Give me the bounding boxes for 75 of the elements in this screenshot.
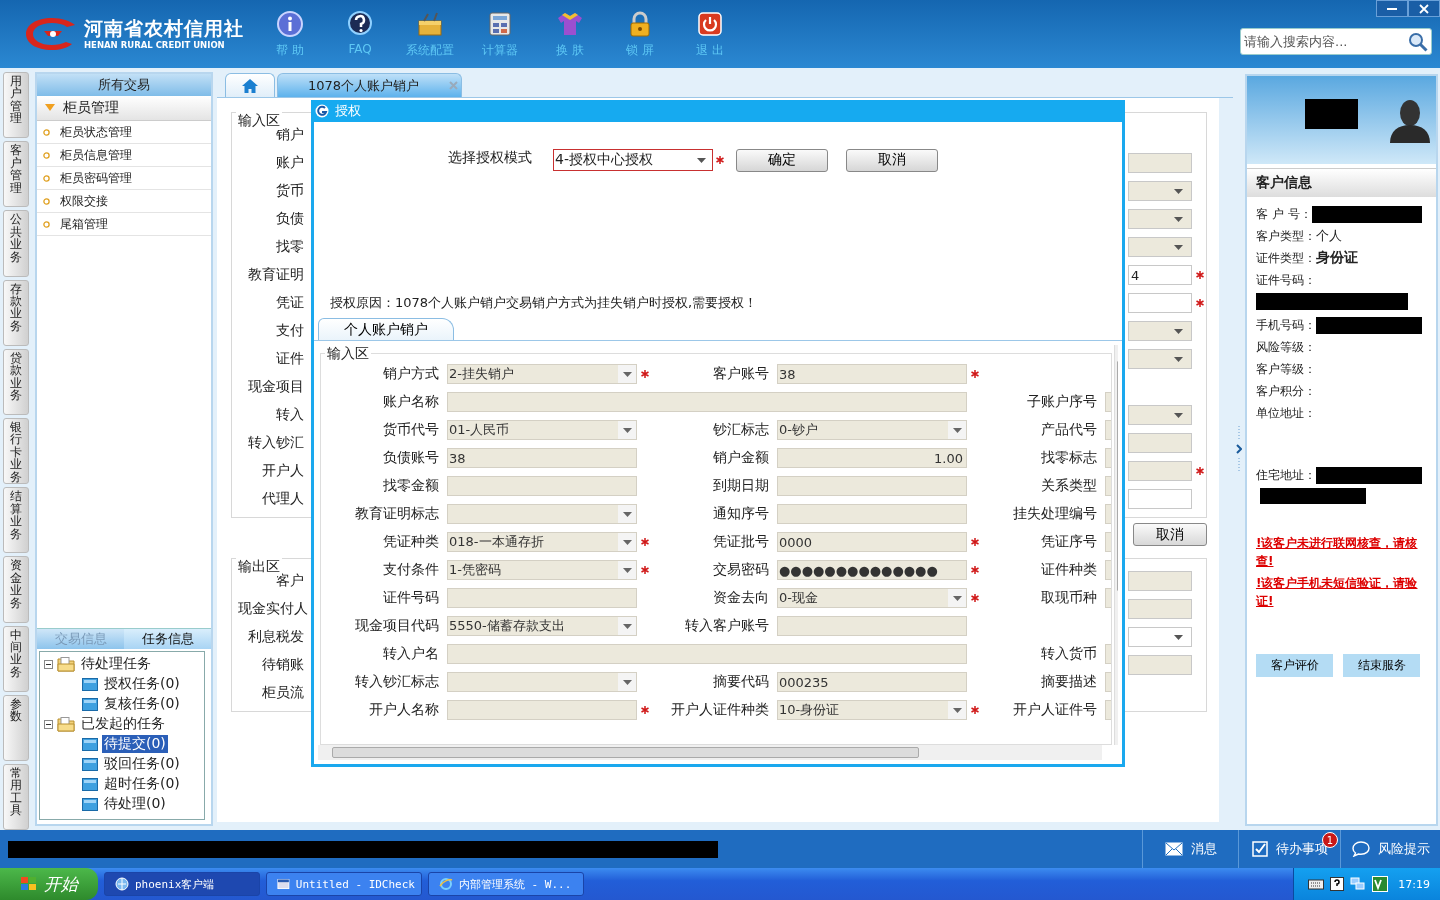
field-label: 负债 <box>275 210 304 228</box>
panel-title: 所有交易 <box>98 76 150 94</box>
clock: 17:19 <box>1398 877 1430 891</box>
field-label: 代理人 <box>261 490 304 508</box>
info-label: 手机号码： <box>1256 316 1316 334</box>
info-label: 客户类型： <box>1256 227 1316 245</box>
field-label: 销户金额 <box>712 449 770 467</box>
field-label: 找零金额 <box>382 477 440 495</box>
field-label: 账户 <box>275 154 304 172</box>
field-label: 转入 <box>275 406 304 424</box>
field-label: 现金项目 <box>247 378 304 396</box>
field-label: 转入户名 <box>382 645 440 663</box>
info-label: 风险等级： <box>1256 338 1316 356</box>
info-label: 住宅地址： <box>1256 466 1316 484</box>
field-label: 摘要代码 <box>712 673 770 691</box>
field-label: 开户人证件种类 <box>670 701 770 719</box>
field-label: 现金项目代码 <box>354 617 440 635</box>
field-label: 货币 <box>275 182 304 200</box>
field-label: 转入客户账号 <box>684 617 770 635</box>
field-label: 开户人 <box>261 462 304 480</box>
field-label: 凭证种类 <box>382 533 440 551</box>
field-label: 货币代号 <box>382 421 440 439</box>
panel-title: 客户信息 <box>1256 174 1312 192</box>
field-label: 凭证序号 <box>1040 533 1098 551</box>
field-label: 找零标志 <box>1040 449 1098 467</box>
field-label: 教育证明 <box>247 266 304 284</box>
field-label: 销户方式 <box>382 365 440 383</box>
field-label: 证件号码 <box>382 589 440 607</box>
field-label: 产品代号 <box>1040 421 1098 439</box>
field-label: 凭证批号 <box>712 533 770 551</box>
field-label: 柜员流 <box>261 684 304 702</box>
field-label: 通知序号 <box>712 505 770 523</box>
dialog-title: 授权 <box>335 102 361 120</box>
field-label: 摘要描述 <box>1040 673 1098 691</box>
logo-subtitle: HENAN RURAL CREDIT UNION <box>84 39 226 51</box>
field-label: 关系类型 <box>1040 477 1098 495</box>
field-label: 钞汇标志 <box>712 421 770 439</box>
field-label: 取现币种 <box>1040 589 1098 607</box>
field-label: 转入钞汇 <box>247 434 304 452</box>
field-label: 支付 <box>275 322 304 340</box>
field-label: 到期日期 <box>712 477 770 495</box>
info-value: 个人 <box>1316 227 1342 245</box>
field-label: 支付条件 <box>382 561 440 579</box>
section-legend: 输出区 <box>236 558 282 576</box>
field-label: 教育证明标志 <box>354 505 440 523</box>
field-label: 开户人名称 <box>368 701 440 719</box>
info-label: 客户等级： <box>1256 360 1316 378</box>
field-label: 资金去向 <box>712 589 770 607</box>
field-label: 挂失处理编号 <box>1012 505 1098 523</box>
field-label: 账户名称 <box>382 393 440 411</box>
field-label: 交易密码 <box>712 561 770 579</box>
info-label: 客 户 号： <box>1256 205 1312 223</box>
logo-title: 河南省农村信用社 <box>84 17 244 39</box>
reason-text: 授权原因：1078个人账户销户交易销户方式为挂失销户时授权,需要授权！ <box>330 294 759 312</box>
info-label: 证件类型： <box>1256 249 1316 267</box>
field-label: 转入货币 <box>1040 645 1098 663</box>
field-label: 凭证 <box>275 294 304 312</box>
field-label: 证件 <box>275 350 304 368</box>
info-label: 单位地址： <box>1256 404 1316 422</box>
section-legend: 输入区 <box>236 112 282 130</box>
field-label: 负债账号 <box>382 449 440 467</box>
field-label: 子账户序号 <box>1026 393 1098 411</box>
field-label: 选择授权模式 <box>448 149 533 167</box>
field-label: 利息税发 <box>247 628 304 646</box>
group-label: 柜员管理 <box>63 99 119 117</box>
field-label: 客户账号 <box>712 365 770 383</box>
field-label: 开户人证件号 <box>1012 701 1098 719</box>
info-value: 身份证 <box>1316 249 1358 267</box>
info-label: 证件号码： <box>1256 271 1316 289</box>
section-legend: 输入区 <box>325 345 371 363</box>
info-label: 客户积分： <box>1256 382 1316 400</box>
field-label: 找零 <box>275 238 304 256</box>
field-label: 待销账 <box>261 656 304 674</box>
field-label: 证件种类 <box>1040 561 1098 579</box>
field-label: 转入钞汇标志 <box>354 673 440 691</box>
